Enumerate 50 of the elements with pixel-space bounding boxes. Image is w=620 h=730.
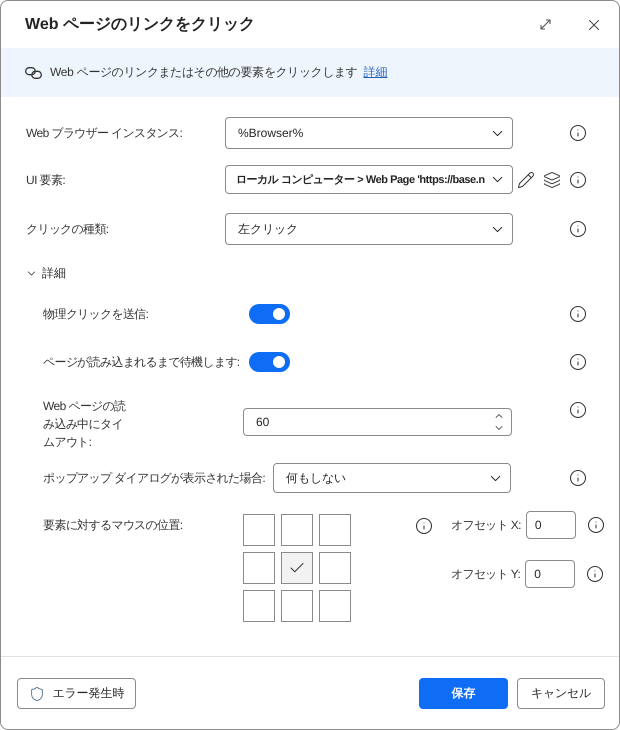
offset-label: オフセット X:: [451, 516, 521, 534]
number-field[interactable]: 60: [243, 408, 512, 436]
layers-icon[interactable]: [543, 170, 561, 188]
dropdown[interactable]: ローカル コンピューター > Web Page 'https://base.n: [225, 165, 513, 194]
shield-icon: [28, 686, 44, 702]
dropdown[interactable]: %Browser%: [225, 117, 513, 149]
field-label: Web ブラウザー インスタンス:: [26, 125, 184, 142]
position-cell[interactable]: [243, 514, 275, 546]
position-cell[interactable]: [319, 552, 351, 584]
details-link[interactable]: 詳細: [363, 64, 388, 81]
info-icon[interactable]: [569, 469, 587, 487]
save-button[interactable]: 保存: [419, 678, 508, 709]
cancel-button[interactable]: キャンセル: [517, 678, 605, 709]
info-icon[interactable]: [586, 565, 604, 583]
field-label: ポップアップ ダイアログが表示された場合:: [43, 470, 266, 487]
offset-input[interactable]: 0: [525, 560, 576, 588]
link-icon: [25, 66, 42, 78]
details-expander[interactable]: 詳細: [25, 263, 66, 283]
dropdown[interactable]: 何もしない: [273, 463, 511, 493]
toggle-switch[interactable]: [249, 352, 290, 372]
field-label: クリックの種類:: [26, 221, 110, 238]
position-cell[interactable]: [281, 552, 313, 584]
position-cell[interactable]: [281, 590, 313, 622]
info-icon[interactable]: [569, 353, 587, 371]
info-icon[interactable]: [569, 170, 587, 188]
on-error-button[interactable]: エラー発生時: [17, 678, 136, 709]
pencil-icon[interactable]: [517, 170, 535, 188]
dropdown[interactable]: 左クリック: [225, 213, 513, 245]
field-label: 要素に対するマウスの位置:: [43, 517, 184, 534]
position-cell[interactable]: [319, 514, 351, 546]
field-label: ページが読み込まれるまで待機します:: [43, 354, 241, 371]
offset-input[interactable]: 0: [526, 511, 576, 539]
field-label: UI 要素:: [26, 172, 66, 188]
info-icon[interactable]: [569, 401, 587, 419]
window-title: Web ページのリンクをクリック: [25, 15, 256, 35]
banner-text: Web ページのリンクまたはその他の要素をクリックします: [50, 64, 358, 81]
info-icon[interactable]: [569, 124, 587, 142]
position-cell[interactable]: [281, 514, 313, 546]
info-icon[interactable]: [569, 305, 587, 323]
position-cell[interactable]: [243, 590, 275, 622]
field-label: 物理クリックを送信:: [43, 306, 150, 323]
position-cell[interactable]: [243, 552, 275, 584]
field-label: Web ページの読み込み中にタイムアウト:: [43, 398, 127, 451]
toggle-switch[interactable]: [249, 304, 290, 324]
expand-icon[interactable]: [540, 19, 551, 30]
offset-label: オフセット Y:: [451, 566, 520, 582]
position-cell[interactable]: [319, 590, 351, 622]
info-icon[interactable]: [415, 517, 433, 535]
info-icon[interactable]: [569, 220, 587, 238]
info-icon[interactable]: [586, 516, 605, 534]
